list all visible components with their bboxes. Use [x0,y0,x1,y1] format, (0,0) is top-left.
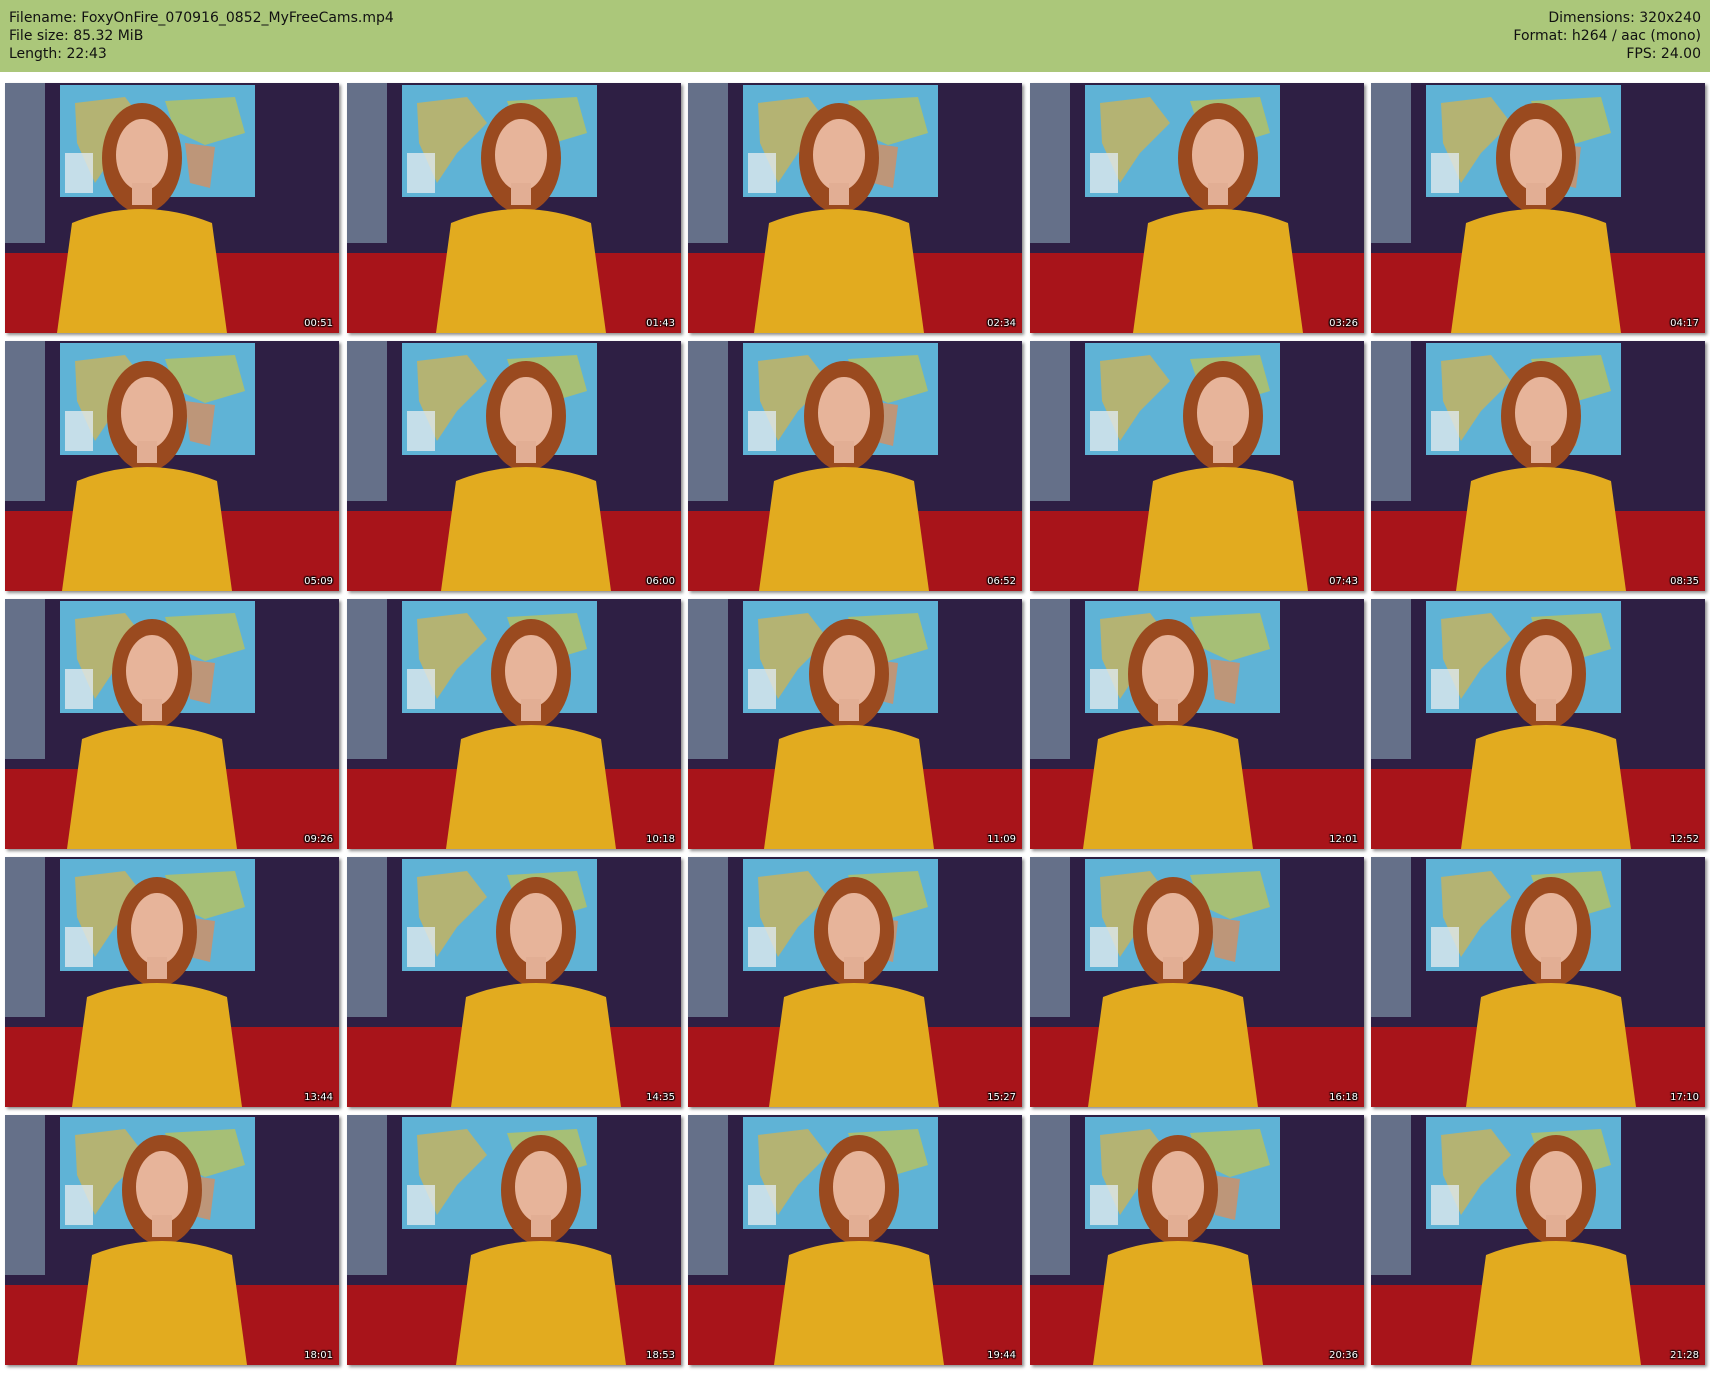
timestamp-label: 12:52 [1670,834,1699,845]
video-thumbnail[interactable]: 12:52 [1371,599,1705,849]
video-thumbnail[interactable]: 21:28 [1371,1115,1705,1365]
video-frame-icon [1371,599,1705,849]
timestamp-label: 14:35 [646,1092,675,1103]
video-thumbnail[interactable]: 03:26 [1030,83,1364,333]
video-frame-icon [1030,857,1364,1107]
video-frame-icon [688,341,1022,591]
video-frame-icon [5,599,339,849]
fps-text: FPS: 24.00 [1626,46,1701,62]
video-thumbnail[interactable]: 20:36 [1030,1115,1364,1365]
video-frame-icon [688,83,1022,333]
length-text: Length: 22:43 [9,46,107,62]
filename-text: Filename: FoxyOnFire_070916_0852_MyFreeC… [9,10,394,26]
video-thumbnail[interactable]: 11:09 [688,599,1022,849]
video-thumbnail[interactable]: 04:17 [1371,83,1705,333]
file-info-right: Dimensions: 320x240 Format: h264 / aac (… [1513,9,1701,63]
dimensions-text: Dimensions: 320x240 [1548,10,1701,26]
video-thumbnail[interactable]: 12:01 [1030,599,1364,849]
timestamp-label: 06:00 [646,576,675,587]
timestamp-label: 04:17 [1670,318,1699,329]
video-frame-icon [347,1115,681,1365]
video-frame-icon [1030,83,1364,333]
timestamp-label: 01:43 [646,318,675,329]
file-info-left: Filename: FoxyOnFire_070916_0852_MyFreeC… [9,9,394,63]
video-thumbnail[interactable]: 18:01 [5,1115,339,1365]
video-frame-icon [347,83,681,333]
timestamp-label: 09:26 [304,834,333,845]
info-header: Filename: FoxyOnFire_070916_0852_MyFreeC… [0,0,1710,72]
video-frame-icon [1371,83,1705,333]
timestamp-label: 21:28 [1670,1350,1699,1361]
video-frame-icon [688,1115,1022,1365]
timestamp-label: 08:35 [1670,576,1699,587]
video-thumbnail[interactable]: 05:09 [5,341,339,591]
timestamp-label: 19:44 [987,1350,1016,1361]
video-frame-icon [1371,341,1705,591]
timestamp-label: 12:01 [1329,834,1358,845]
video-frame-icon [5,83,339,333]
video-thumbnail[interactable]: 02:34 [688,83,1022,333]
video-thumbnail[interactable]: 15:27 [688,857,1022,1107]
video-thumbnail[interactable]: 19:44 [688,1115,1022,1365]
video-thumbnail[interactable]: 01:43 [347,83,681,333]
video-thumbnail[interactable]: 10:18 [347,599,681,849]
video-thumbnail[interactable]: 14:35 [347,857,681,1107]
timestamp-label: 18:01 [304,1350,333,1361]
video-thumbnail[interactable]: 06:52 [688,341,1022,591]
video-thumbnail[interactable]: 18:53 [347,1115,681,1365]
timestamp-label: 15:27 [987,1092,1016,1103]
video-frame-icon [1030,599,1364,849]
timestamp-label: 10:18 [646,834,675,845]
video-thumbnail[interactable]: 07:43 [1030,341,1364,591]
video-thumbnail[interactable]: 06:00 [347,341,681,591]
video-thumbnail[interactable]: 08:35 [1371,341,1705,591]
video-frame-icon [347,599,681,849]
timestamp-label: 00:51 [304,318,333,329]
file-size-text: File size: 85.32 MiB [9,28,144,44]
video-thumbnail[interactable]: 17:10 [1371,857,1705,1107]
timestamp-label: 17:10 [1670,1092,1699,1103]
video-thumbnail[interactable]: 00:51 [5,83,339,333]
timestamp-label: 20:36 [1329,1350,1358,1361]
timestamp-label: 11:09 [987,834,1016,845]
timestamp-label: 02:34 [987,318,1016,329]
timestamp-label: 18:53 [646,1350,675,1361]
timestamp-label: 06:52 [987,576,1016,587]
video-frame-icon [5,341,339,591]
video-frame-icon [1030,1115,1364,1365]
video-frame-icon [5,857,339,1107]
video-thumbnail[interactable]: 16:18 [1030,857,1364,1107]
video-thumbnail[interactable]: 13:44 [5,857,339,1107]
video-frame-icon [347,341,681,591]
video-frame-icon [5,1115,339,1365]
video-thumbnail[interactable]: 09:26 [5,599,339,849]
video-frame-icon [688,857,1022,1107]
video-frame-icon [1371,1115,1705,1365]
timestamp-label: 05:09 [304,576,333,587]
video-frame-icon [347,857,681,1107]
timestamp-label: 16:18 [1329,1092,1358,1103]
timestamp-label: 07:43 [1329,576,1358,587]
thumbnail-grid: 00:51 01:43 02:34 03:26 04:17 05:09 06:00 06:52… [5,83,1705,1368]
video-frame-icon [1371,857,1705,1107]
timestamp-label: 03:26 [1329,318,1358,329]
video-frame-icon [1030,341,1364,591]
timestamp-label: 13:44 [304,1092,333,1103]
video-frame-icon [688,599,1022,849]
format-text: Format: h264 / aac (mono) [1513,28,1701,44]
